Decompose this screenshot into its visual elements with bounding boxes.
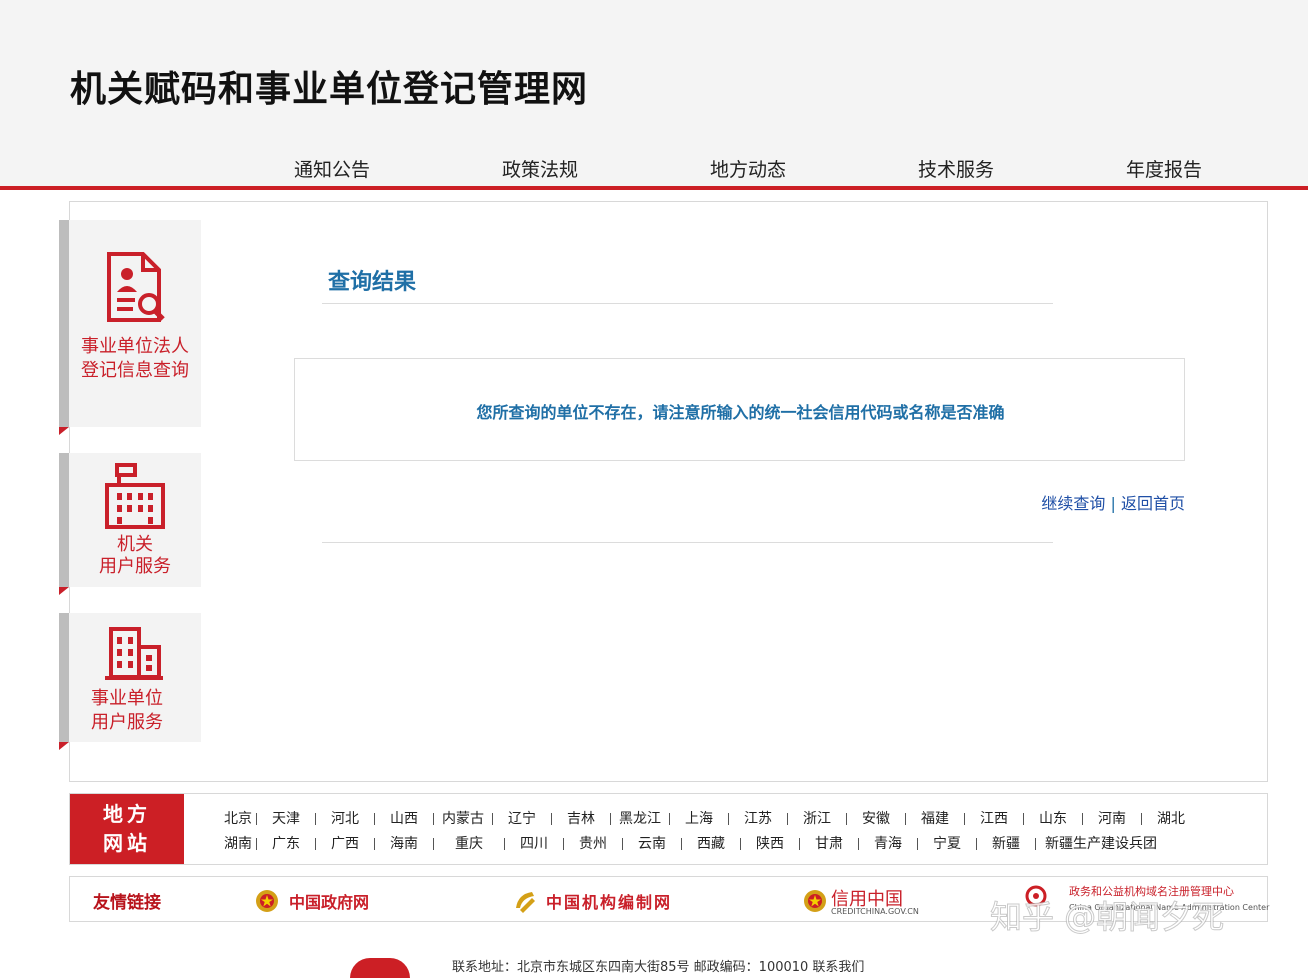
sidebar-item-label: 登记信息查询	[81, 360, 189, 381]
province-link[interactable]: 新疆	[977, 833, 1035, 853]
friend-link-credit-china[interactable]: 信用中国 CREDITCHINA.GOV.CN	[803, 883, 923, 917]
province-link[interactable]: 甘肃	[800, 833, 858, 853]
province-row-2: 湖南 广东 广西 海南 重庆 四川 贵州 云南 西藏 陕西 甘肃 青海 宁夏 新疆 新疆生产建设兵团	[220, 833, 1166, 853]
site-title: 机关赋码和事业单位登记管理网	[70, 69, 589, 110]
province-link[interactable]: 广东	[257, 833, 315, 853]
document-search-icon	[107, 252, 165, 322]
province-link[interactable]: 江西	[965, 808, 1023, 828]
sidebar-item-label: 机关	[117, 534, 153, 555]
friend-link-gov[interactable]: 中国政府网	[255, 883, 385, 917]
province-link[interactable]: 黑龙江	[611, 808, 669, 828]
friend-link-org-staffing[interactable]: 中国机构编制网	[512, 883, 682, 917]
header-divider	[0, 186, 1308, 190]
sidebar-corner-marker	[59, 742, 69, 750]
footer-contact: 联系地址：北京市东城区东四南大街85号 邮政编码：100010 联系我们	[452, 960, 865, 975]
province-link[interactable]: 广西	[316, 833, 374, 853]
main-nav: 通知公告 政策法规 地方动态 技术服务 年度报告	[0, 155, 1308, 185]
result-links: 继续查询 | 返回首页	[1000, 490, 1185, 514]
province-link[interactable]: 江苏	[729, 808, 787, 828]
friend-link-subtext: CREDITCHINA.GOV.CN	[831, 907, 919, 916]
sidebar-item-label: 事业单位	[91, 688, 163, 709]
footer-emblem-icon	[350, 958, 410, 978]
divider	[322, 542, 1053, 543]
nav-item-local-news[interactable]: 地方动态	[678, 155, 818, 182]
watermark: 知乎 @朝闻夕死	[989, 898, 1225, 937]
province-link[interactable]: 重庆	[434, 833, 504, 853]
return-home-link[interactable]: 返回首页	[1121, 494, 1185, 513]
sidebar-accent-bar	[59, 220, 69, 427]
national-emblem-icon	[256, 890, 278, 912]
national-emblem-icon	[804, 890, 826, 912]
friend-links-label: 友情链接	[93, 893, 161, 913]
result-message-box: 您所查询的单位不存在，请注意所输入的统一社会信用代码或名称是否准确	[294, 358, 1185, 461]
nav-item-tech-services[interactable]: 技术服务	[886, 155, 1026, 182]
province-link[interactable]: 上海	[670, 808, 728, 828]
province-link[interactable]: 新疆生产建设兵团	[1036, 833, 1166, 853]
province-link[interactable]: 湖北	[1142, 808, 1200, 828]
link-divider: |	[1110, 494, 1116, 513]
divider	[322, 303, 1053, 304]
local-sites-title-line1: 地方	[103, 802, 151, 826]
province-link[interactable]: 宁夏	[918, 833, 976, 853]
province-link[interactable]: 四川	[505, 833, 563, 853]
province-link[interactable]: 青海	[859, 833, 917, 853]
nav-item-notices[interactable]: 通知公告	[262, 155, 402, 182]
result-title: 查询结果	[328, 269, 417, 295]
local-sites-header: 地方 网站	[70, 794, 184, 864]
sidebar-item-legal-person-query[interactable]: 事业单位法人 登记信息查询	[59, 220, 201, 435]
province-link[interactable]: 北京	[220, 808, 256, 828]
province-link[interactable]: 内蒙古	[434, 808, 492, 828]
sidebar-accent-bar	[59, 453, 69, 587]
province-link[interactable]: 山西	[375, 808, 433, 828]
province-link[interactable]: 陕西	[741, 833, 799, 853]
province-link[interactable]: 河北	[316, 808, 374, 828]
friend-link-text: 中国机构编制网	[546, 893, 673, 912]
province-row-1: 北京 天津 河北 山西 内蒙古 辽宁 吉林 黑龙江 上海 江苏 浙江 安徽 福建 江西 山东 河南 湖北	[220, 808, 1200, 828]
result-message: 您所查询的单位不存在，请注意所输入的统一社会信用代码或名称是否准确	[476, 403, 1005, 422]
sidebar-item-label: 用户服务	[91, 712, 163, 733]
province-link[interactable]: 安徽	[847, 808, 905, 828]
sidebar-item-government-services[interactable]: 机关 用户服务	[59, 453, 201, 595]
sidebar-corner-marker	[59, 587, 69, 595]
sidebar-item-label: 用户服务	[99, 556, 171, 577]
local-sites-title-line2: 网站	[103, 831, 151, 855]
province-link[interactable]: 山东	[1024, 808, 1082, 828]
province-link[interactable]: 福建	[906, 808, 964, 828]
government-building-icon	[105, 463, 165, 529]
nav-item-annual-report[interactable]: 年度报告	[1094, 155, 1234, 182]
province-link[interactable]: 云南	[623, 833, 681, 853]
site-header: 机关赋码和事业单位登记管理网 通知公告 政策法规 地方动态 技术服务 年度报告	[0, 0, 1308, 186]
province-link[interactable]: 湖南	[220, 833, 256, 853]
sidebar-item-label: 事业单位法人	[81, 336, 189, 357]
continue-query-link[interactable]: 继续查询	[1041, 494, 1105, 513]
province-link[interactable]: 辽宁	[493, 808, 551, 828]
province-link[interactable]: 西藏	[682, 833, 740, 853]
province-link[interactable]: 贵州	[564, 833, 622, 853]
province-link[interactable]: 吉林	[552, 808, 610, 828]
sidebar-corner-marker	[59, 427, 69, 435]
friend-link-text: 中国政府网	[289, 893, 370, 912]
party-emblem-icon	[516, 892, 535, 913]
province-link[interactable]: 海南	[375, 833, 433, 853]
local-sites-box: 地方 网站 北京 天津 河北 山西 内蒙古 辽宁 吉林 黑龙江 上海 江苏 浙江 安徽 福建 江西 山东 河南…	[69, 793, 1268, 865]
province-link[interactable]: 浙江	[788, 808, 846, 828]
sidebar-item-institution-services[interactable]: 事业单位 用户服务	[59, 613, 201, 750]
province-link[interactable]: 天津	[257, 808, 315, 828]
province-link[interactable]: 河南	[1083, 808, 1141, 828]
nav-item-policies[interactable]: 政策法规	[470, 155, 610, 182]
office-building-icon	[105, 627, 163, 680]
